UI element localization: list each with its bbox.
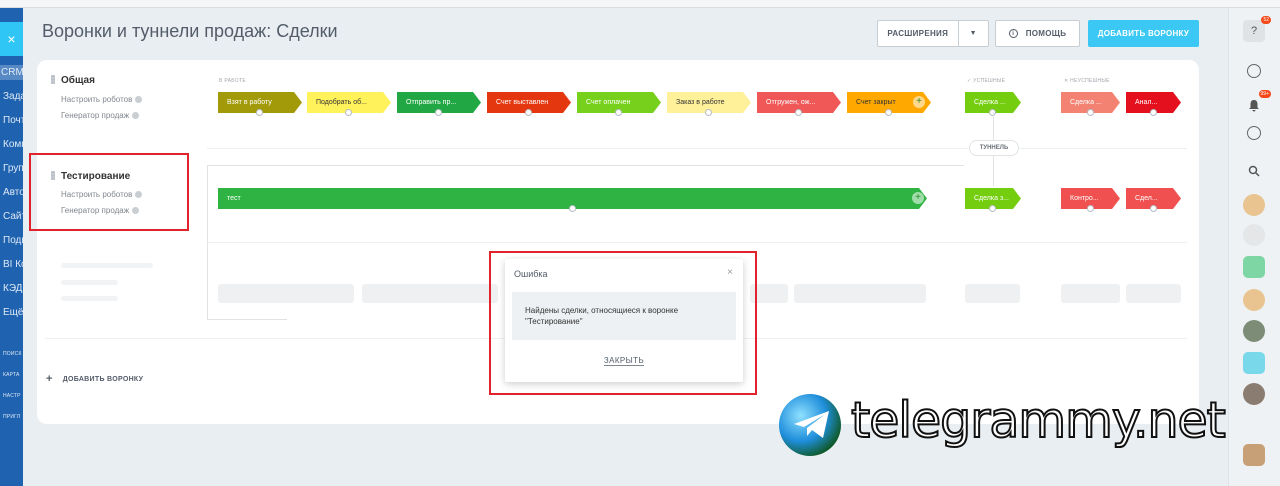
add-funnel-label: ДОБАВИТЬ ВОРОНКУ (62, 375, 144, 383)
telegram-logo-icon (779, 394, 841, 456)
divider (207, 148, 1187, 149)
nav-close-button[interactable]: × (0, 22, 23, 56)
skeleton-stage (794, 284, 926, 303)
tunnel-connector (993, 112, 994, 142)
avatar-6[interactable] (1243, 352, 1265, 374)
nav-item-subscription[interactable]: Подп (3, 235, 23, 246)
stage-connector-knob[interactable] (1149, 109, 1157, 116)
robots-label: Настроить роботов (61, 95, 133, 104)
stage-connector-knob[interactable] (435, 109, 442, 116)
question-icon (132, 112, 140, 120)
section-fail: ✕ НЕУСПЕШНЫЕ (1064, 78, 1110, 84)
help-badge: 52 (1261, 16, 1271, 24)
robots-link-general[interactable]: Настроить роботов (61, 95, 143, 104)
add-funnel-button[interactable]: ДОБАВИТЬ ВОРОНКУ (1088, 20, 1199, 47)
stage-connector-knob[interactable] (989, 205, 996, 212)
skeleton-line (61, 280, 118, 285)
nav-item-more[interactable]: Ещё (3, 307, 23, 318)
avatar-1[interactable] (1243, 194, 1265, 216)
at-icon[interactable] (1247, 64, 1261, 78)
nav-item-mail[interactable]: Почт (3, 115, 23, 126)
stage-connector-knob[interactable] (345, 109, 352, 116)
nav-item-sites[interactable]: Сайт (3, 211, 23, 222)
question-icon (135, 96, 143, 104)
chat-icon[interactable] (1247, 126, 1261, 140)
section-success: ✓ УСПЕШНЫЕ (967, 78, 1006, 84)
avatar-5[interactable] (1243, 320, 1265, 342)
nav-link-invite[interactable]: ПРИГЛ (3, 414, 20, 420)
highlight-box (489, 251, 757, 395)
funnel-name-general[interactable]: Общая (61, 75, 95, 86)
tunnel-connector (993, 156, 994, 186)
divider (207, 242, 1187, 243)
info-icon: i (1008, 29, 1018, 38)
generator-label: Генератор продаж (61, 111, 130, 120)
add-stage-icon[interactable]: + (913, 96, 925, 108)
watermark: telegrammy.net (779, 391, 1249, 462)
funnel-frame-line (207, 319, 287, 320)
nav-item-crm[interactable]: CRM (0, 65, 23, 80)
stage-connector-knob[interactable] (1149, 205, 1157, 212)
skeleton-stage (1061, 284, 1120, 303)
nav-item-groups[interactable]: Груп (3, 163, 23, 174)
avatar-4[interactable] (1243, 289, 1265, 311)
chevron-down-icon[interactable]: ▼ (959, 30, 988, 37)
stage-connector-knob[interactable] (1086, 109, 1094, 116)
help-icon[interactable]: ? 52 (1243, 16, 1271, 42)
top-strip (0, 0, 1280, 8)
nav-item-bi[interactable]: BI Ко (3, 259, 23, 270)
nav-item-company[interactable]: Комп (3, 139, 23, 150)
skeleton-line (61, 296, 118, 301)
generator-link-general[interactable]: Генератор продаж (61, 111, 140, 120)
nav-item-automation[interactable]: Авто (3, 187, 23, 198)
stage-connector-knob[interactable] (1086, 205, 1094, 212)
tunnel-badge[interactable]: ТУННЕЛЬ (969, 140, 1019, 156)
nav-link-settings[interactable]: НАСТР (3, 393, 21, 399)
stage-connector-knob[interactable] (256, 109, 263, 116)
stage-connector-knob[interactable] (885, 109, 892, 116)
add-funnel-link[interactable]: + ДОБАВИТЬ ВОРОНКУ (46, 373, 143, 385)
watermark-text: telegrammy.net (850, 391, 1227, 450)
left-nav: × CRM Зада Почт Комп Груп Авто Сайт Подп… (0, 8, 23, 486)
skeleton-line (61, 263, 153, 268)
bell-icon[interactable]: 99+ (1243, 90, 1271, 116)
skeleton-stage (965, 284, 1020, 303)
plus-icon: + (46, 373, 53, 385)
skeleton-stage (218, 284, 354, 303)
drag-handle[interactable] (51, 75, 55, 84)
nav-link-map[interactable]: КАРТА (3, 372, 20, 378)
stage-connector-knob[interactable] (525, 109, 532, 116)
stage-connector-knob[interactable] (795, 109, 802, 116)
notify-badge: 99+ (1258, 90, 1271, 98)
nav-item-kedo[interactable]: КЭДО (3, 283, 23, 294)
funnel-frame-line (207, 165, 964, 166)
skeleton-stage (1126, 284, 1181, 303)
extensions-button[interactable]: РАСШИРЕНИЯ ▼ (877, 20, 989, 47)
skeleton-stage (362, 284, 498, 303)
stage-connector-knob[interactable] (705, 109, 712, 116)
section-in-work: В РАБОТЕ (219, 78, 246, 84)
page-title: Воронки и туннели продаж: Сделки (42, 21, 338, 41)
stage-connector-knob[interactable] (568, 205, 576, 212)
extensions-label: РАСШИРЕНИЯ (878, 21, 959, 46)
nav-item-tasks[interactable]: Зада (3, 91, 23, 102)
avatar-3[interactable] (1243, 256, 1265, 278)
help-button[interactable]: i ПОМОЩЬ (995, 20, 1080, 47)
nav-link-search[interactable]: ПОИСК (3, 351, 22, 357)
search-icon[interactable] (1243, 160, 1265, 182)
add-stage-icon[interactable]: + (912, 192, 924, 204)
stage-connector-knob[interactable] (615, 109, 622, 116)
help-label: ПОМОЩЬ (1025, 29, 1067, 38)
avatar-2[interactable] (1243, 224, 1265, 246)
highlight-box (29, 153, 189, 231)
